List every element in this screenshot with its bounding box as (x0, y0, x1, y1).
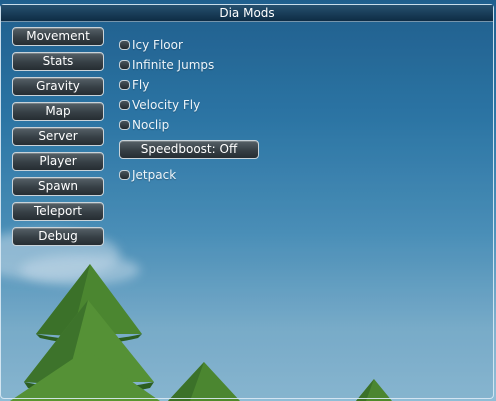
toggle-infinite-jumps[interactable]: Infinite Jumps (119, 55, 259, 75)
tab-movement[interactable]: Movement (12, 27, 104, 46)
speedboost-button[interactable]: Speedboost: Off (119, 140, 259, 159)
toggle-fly[interactable]: Fly (119, 75, 259, 95)
checkbox[interactable] (119, 40, 130, 50)
movement-panel: Icy Floor Infinite Jumps Fly Velocity Fl… (119, 35, 259, 185)
toggle-icy-floor[interactable]: Icy Floor (119, 35, 259, 55)
checkbox[interactable] (119, 60, 130, 70)
tab-stats[interactable]: Stats (12, 52, 104, 71)
tab-teleport[interactable]: Teleport (12, 202, 104, 221)
toggle-label: Icy Floor (132, 38, 183, 52)
checkbox[interactable] (119, 80, 130, 90)
tab-map[interactable]: Map (12, 102, 104, 121)
tab-list: Movement Stats Gravity Map Server Player… (12, 27, 106, 252)
toggle-label: Infinite Jumps (132, 58, 215, 72)
toggle-velocity-fly[interactable]: Velocity Fly (119, 95, 259, 115)
tab-gravity[interactable]: Gravity (12, 77, 104, 96)
tab-player[interactable]: Player (12, 152, 104, 171)
toggle-label: Fly (132, 78, 150, 92)
tab-spawn[interactable]: Spawn (12, 177, 104, 196)
window-title[interactable]: Dia Mods (1, 5, 493, 22)
mods-window: Dia Mods Movement Stats Gravity Map Serv… (0, 4, 494, 399)
toggle-label: Jetpack (132, 168, 177, 182)
tab-debug[interactable]: Debug (12, 227, 104, 246)
toggle-noclip[interactable]: Noclip (119, 115, 259, 135)
tab-server[interactable]: Server (12, 127, 104, 146)
toggle-jetpack[interactable]: Jetpack (119, 165, 259, 185)
checkbox[interactable] (119, 120, 130, 130)
checkbox[interactable] (119, 100, 130, 110)
checkbox[interactable] (119, 170, 130, 180)
toggle-label: Velocity Fly (132, 98, 201, 112)
toggle-label: Noclip (132, 118, 170, 132)
